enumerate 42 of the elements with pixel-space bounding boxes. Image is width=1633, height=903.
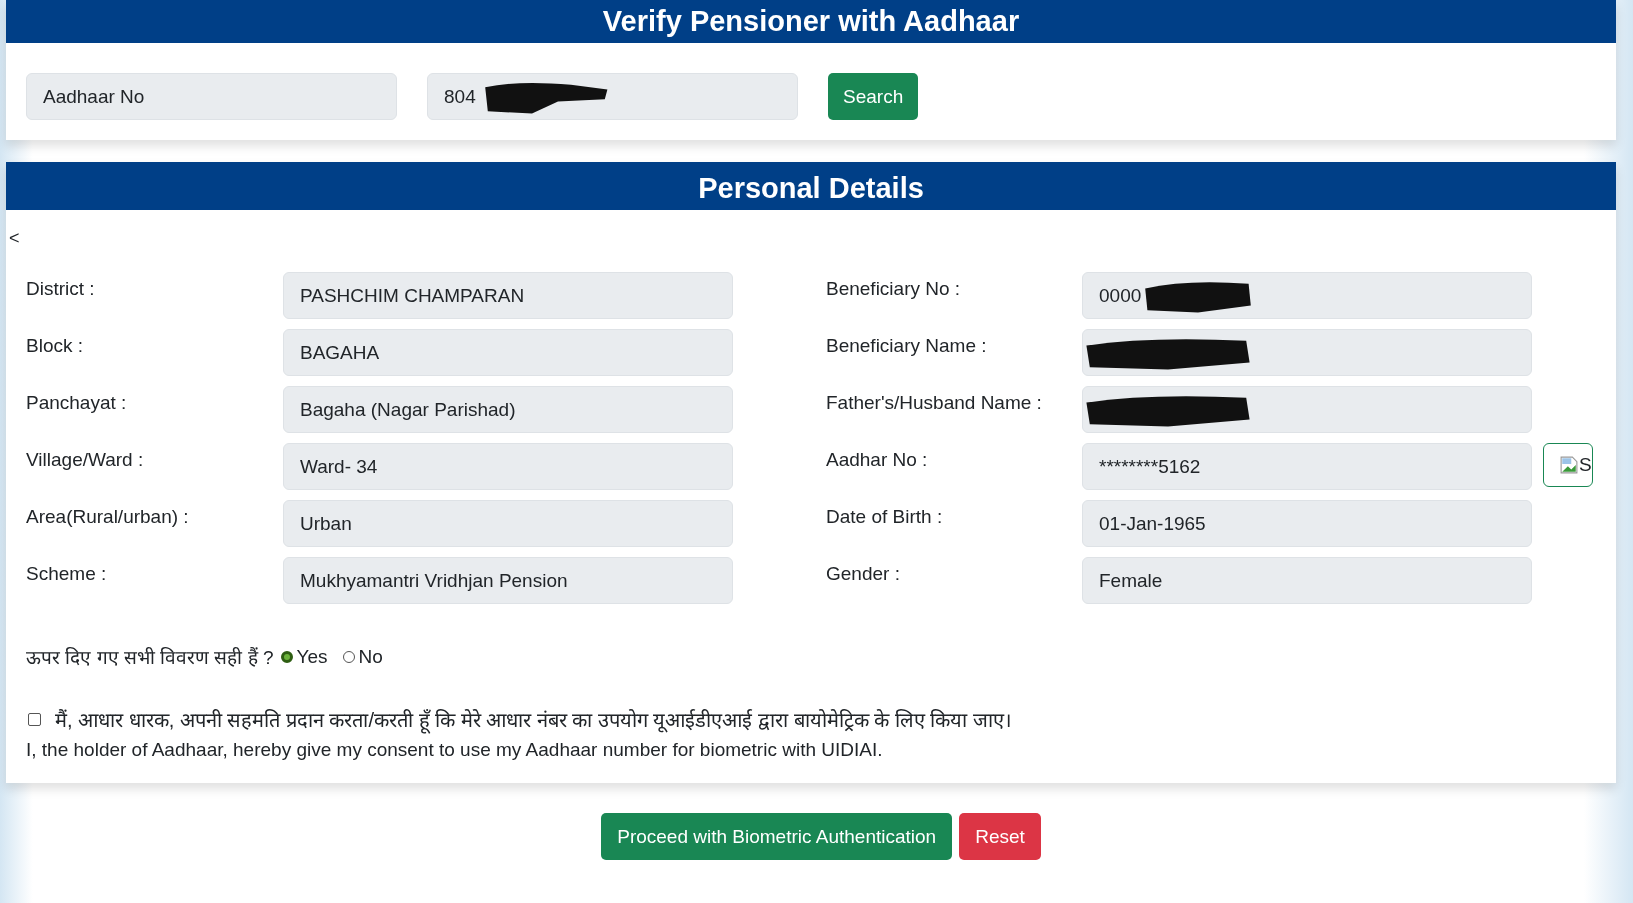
field-label: District : — [26, 277, 96, 300]
detail-field[interactable]: PASHCHIM CHAMPARAN — [283, 272, 733, 319]
action-button[interactable]: Reset — [959, 813, 1041, 860]
consent-text-hindi: मैं, आधार धारक, अपनी सहमति प्रदान करता/करती हूँ कि मेरे आधार नंबर का उपयोग यूआईडीएआई द्वारा बायोमेट्रिक के लिए किया जाए। — [55, 706, 1012, 733]
radio-label[interactable]: Yes — [296, 646, 328, 668]
field-label: Beneficiary No : — [826, 277, 962, 300]
field-label: Block : — [26, 334, 85, 357]
panel-title: Personal Details — [6, 162, 1616, 210]
field-label: Scheme : — [26, 562, 108, 585]
field-label: Gender : — [826, 562, 901, 585]
radio-button[interactable] — [280, 651, 293, 663]
photo-button[interactable]: S — [1543, 443, 1593, 487]
search-button[interactable]: Search — [828, 73, 919, 120]
field-label: Panchayat : — [26, 391, 128, 414]
search-type-field[interactable]: Aadhaar No — [26, 73, 397, 120]
detail-field[interactable] — [1082, 329, 1532, 376]
field-label: Area(Rural/urban) : — [26, 505, 190, 528]
field-label: Beneficiary Name : — [826, 334, 988, 357]
broken-image-icon — [1560, 456, 1578, 474]
detail-field[interactable]: Ward- 34 — [283, 443, 733, 490]
detail-field[interactable]: Mukhyamantri Vridhjan Pension — [283, 557, 733, 604]
confirm-question: ऊपर दिए गए सभी विवरण सही हैं ? — [26, 646, 274, 670]
action-button[interactable]: Proceed with Biometric Authentication — [601, 813, 953, 860]
detail-field[interactable]: BAGAHA — [283, 329, 733, 376]
detail-field[interactable]: 01-Jan-1965 — [1082, 500, 1532, 547]
aadhaar-input[interactable]: 804 — [427, 73, 798, 120]
consent-text: I, the holder of Aadhaar, hereby give my consent to use my Aadhaar number for biometric with UIDIAI. — [26, 739, 884, 761]
back-link[interactable]: < — [9, 228, 20, 248]
alt-text: S — [1579, 454, 1592, 476]
field-label: Village/Ward : — [26, 448, 145, 471]
detail-field[interactable]: Bagaha (Nagar Parishad) — [283, 386, 733, 433]
field-label: Father's/Husband Name : — [826, 391, 1043, 414]
field-label: Aadhar No : — [826, 448, 929, 471]
detail-field[interactable] — [1082, 386, 1532, 433]
radio-label[interactable]: No — [358, 646, 383, 668]
detail-field[interactable]: Female — [1082, 557, 1532, 604]
field-label: Date of Birth : — [826, 505, 944, 528]
panel-title: Verify Pensioner with Aadhaar — [6, 0, 1616, 43]
detail-field[interactable]: 0000 — [1082, 272, 1532, 319]
detail-field[interactable]: Urban — [283, 500, 733, 547]
detail-field[interactable]: ********5162 — [1082, 443, 1532, 490]
consent-checkbox[interactable] — [28, 713, 41, 726]
